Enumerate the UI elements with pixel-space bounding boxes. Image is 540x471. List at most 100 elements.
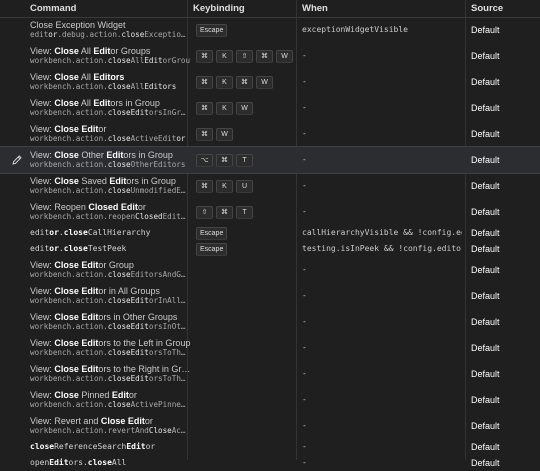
key-cap: ⌘ xyxy=(216,153,233,167)
key-cap: W xyxy=(236,101,253,115)
when-cell: - xyxy=(302,129,307,138)
source-cell: Default xyxy=(471,441,500,452)
table-row[interactable]: View: Close Editors in Other Groups workb… xyxy=(0,309,540,335)
table-row[interactable]: View: Close Editors to the Right in Gr… w… xyxy=(0,361,540,387)
key-cap: ⌘ xyxy=(196,127,213,141)
table-row[interactable]: openEditors.closeAll - Default xyxy=(0,455,540,471)
when-cell: - xyxy=(302,155,307,164)
keybinding-cell: ⌘ K ⇧ ⌘ W xyxy=(196,49,293,63)
text-fragment: View: xyxy=(30,72,55,82)
command-cell: View: Close Editors to the Right in Gr… w… xyxy=(30,364,190,384)
command-title: View: Close Editors to the Left in Group xyxy=(30,338,190,348)
text-fragment: View: Reopen xyxy=(30,202,89,212)
match-highlight: close xyxy=(30,442,55,451)
key-cap: W xyxy=(216,127,233,141)
text-fragment: orsToTh… xyxy=(148,374,186,383)
match-highlight: or xyxy=(176,134,186,143)
match-highlight: close xyxy=(107,348,131,357)
key-cap: Escape xyxy=(196,23,228,37)
text-fragment: All xyxy=(78,98,94,108)
source-cell: Default xyxy=(471,342,500,353)
table-row[interactable]: View: Close Other Editors in Group workbe… xyxy=(0,146,540,174)
text-fragment: workbench.action. xyxy=(30,186,108,195)
keybinding-cell: ⌥ ⌘ T xyxy=(196,153,253,167)
source-cell: Default xyxy=(471,394,500,405)
command-id: workbench.action.closeAllEditors xyxy=(30,82,190,92)
match-highlight: close xyxy=(107,160,131,169)
pencil-icon[interactable] xyxy=(11,154,23,166)
match-highlight: or xyxy=(49,228,59,237)
match-highlight: close xyxy=(63,244,88,253)
key-cap: ⇧ xyxy=(236,49,253,63)
match-highlight: Editors xyxy=(144,82,177,91)
match-highlight: Edit xyxy=(106,150,124,160)
table-row[interactable]: View: Close Editors to the Left in Group… xyxy=(0,335,540,361)
key-cap: U xyxy=(236,179,253,193)
command-cell: View: Close All Editor Groups workbench.a… xyxy=(30,46,190,66)
command-cell: editor.closeCallHierarchy xyxy=(30,228,190,237)
command-cell: View: Close Pinned Editor workbench.actio… xyxy=(30,390,190,410)
table-row[interactable]: View: Revert and Close Editor workbench.a… xyxy=(0,413,540,439)
table-row[interactable]: View: Close Saved Editors in Group workbe… xyxy=(0,173,540,199)
key-cap: K xyxy=(216,179,233,193)
header-when[interactable]: When xyxy=(302,3,328,14)
source-cell: Default xyxy=(471,180,500,191)
command-id: workbench.action.closeUnmodifiedE… xyxy=(30,186,190,196)
table-row[interactable]: View: Close All Editors in Group workbenc… xyxy=(0,95,540,121)
key-cap: ⌘ xyxy=(236,75,253,89)
command-id: openEditors.closeAll xyxy=(30,458,190,467)
keybinding-cell: ⌘ W xyxy=(196,127,233,141)
header-keybinding[interactable]: Keybinding xyxy=(193,3,245,14)
match-highlight: Close Edit xyxy=(54,312,99,322)
keybindings-table: Close Exception Widget editor.debug.actio… xyxy=(0,17,540,471)
table-row[interactable]: Close Exception Widget editor.debug.actio… xyxy=(0,17,540,43)
text-fragment: Pinned xyxy=(78,390,112,400)
command-title: View: Close Editor xyxy=(30,124,190,134)
match-highlight: Edit xyxy=(130,374,149,383)
table-row[interactable]: View: Close Editor Group workbench.action… xyxy=(0,257,540,283)
match-highlight: Edit xyxy=(49,458,69,467)
match-highlight: Close Edit xyxy=(54,364,99,374)
text-fragment: View: xyxy=(30,150,55,160)
source-cell: Default xyxy=(471,264,500,275)
text-fragment: workbench.action.reopen xyxy=(30,212,136,221)
command-title: Close Exception Widget xyxy=(30,20,190,30)
source-cell: Default xyxy=(471,154,500,165)
text-fragment: ors to the Left in Group xyxy=(98,338,190,348)
text-fragment: All xyxy=(78,72,94,82)
table-row[interactable]: View: Close Pinned Editor workbench.actio… xyxy=(0,387,540,413)
command-id: editor.closeCallHierarchy xyxy=(30,228,190,237)
table-row[interactable]: View: Close Editor in All Groups workbenc… xyxy=(0,283,540,309)
text-fragment: ors. xyxy=(68,458,88,467)
text-fragment: TestPeek xyxy=(87,244,127,253)
command-title: View: Close Editor in All Groups xyxy=(30,286,190,296)
keybinding-cell: Escape xyxy=(196,242,228,256)
header-command[interactable]: Command xyxy=(30,3,76,14)
table-row[interactable]: View: Close All Editors workbench.action.… xyxy=(0,69,540,95)
table-row[interactable]: View: Close All Editor Groups workbench.a… xyxy=(0,43,540,69)
text-fragment: View: xyxy=(30,124,55,134)
table-row[interactable]: View: Close Editor workbench.action.close… xyxy=(0,121,540,147)
when-cell: - xyxy=(302,395,307,404)
text-fragment: OtherEditors xyxy=(130,160,186,169)
command-cell: View: Close Editor in All Groups workbenc… xyxy=(30,286,190,306)
key-cap: W xyxy=(256,75,273,89)
keybinding-cell: Escape xyxy=(196,23,228,37)
when-cell: - xyxy=(302,291,307,300)
table-row[interactable]: editor.closeTestPeek Escape testing.isInPe… xyxy=(0,241,540,257)
table-row[interactable]: editor.closeCallHierarchy Escape callHiera… xyxy=(0,225,540,241)
command-id: workbench.action.reopenClosedEdit… xyxy=(30,212,190,222)
source-cell: Default xyxy=(471,290,500,301)
match-highlight: Close xyxy=(54,390,79,400)
table-row[interactable]: View: Reopen Closed Editor workbench.acti… xyxy=(0,199,540,225)
text-fragment: workbench.action. xyxy=(30,56,108,65)
text-fragment: workbench.action. xyxy=(30,296,108,305)
text-fragment: View: xyxy=(30,46,55,56)
command-title: View: Reopen Closed Editor xyxy=(30,202,190,212)
text-fragment: View: xyxy=(30,260,55,270)
match-highlight: Closed xyxy=(135,212,163,221)
text-fragment: workbench.action. xyxy=(30,400,108,409)
table-row[interactable]: closeReferenceSearchEditor - Default xyxy=(0,439,540,455)
header-source[interactable]: Source xyxy=(471,3,503,14)
command-cell: View: Close Other Editors in Group workbe… xyxy=(30,150,190,170)
